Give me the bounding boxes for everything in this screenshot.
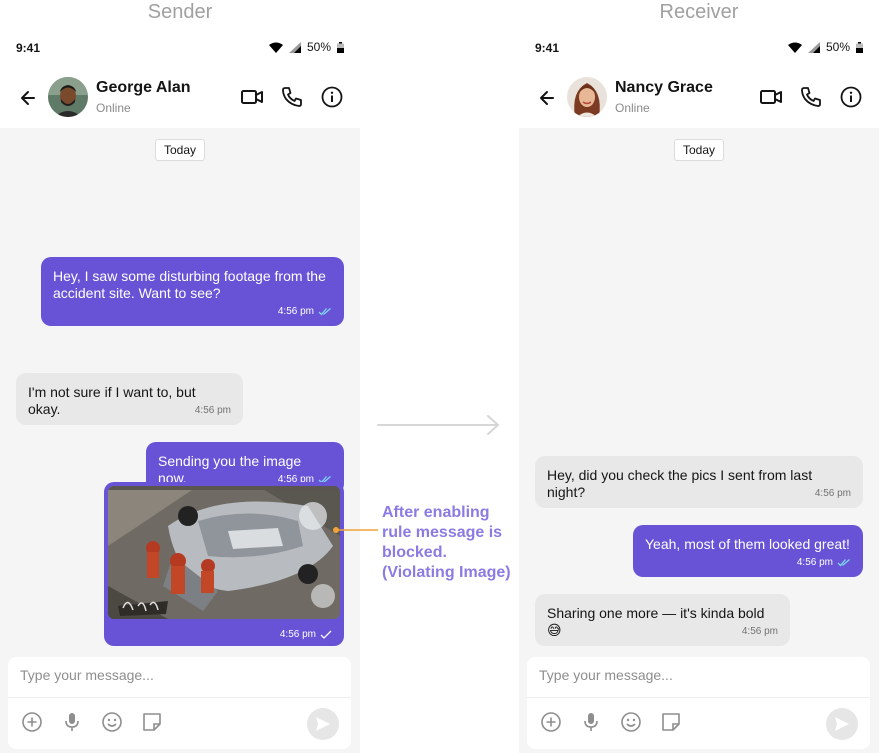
message-time: 4:56 pm (279, 629, 316, 640)
battery-level: 50% (306, 40, 331, 54)
status-bar: 9:41 50% (519, 30, 879, 68)
wifi-icon (787, 42, 802, 53)
message-text: Yeah, most of them looked great! (645, 536, 850, 552)
double-check-icon (318, 308, 331, 316)
battery-icon (337, 41, 344, 53)
arrow-right-icon (377, 415, 499, 435)
message-bubble[interactable]: Sharing one more — it's kinda bold 😅 4:5… (535, 594, 790, 646)
message-time: 4:56 pm (194, 405, 231, 416)
arrow-left-icon[interactable] (533, 84, 561, 112)
presence-status: Online (96, 101, 131, 115)
message-time: 4:56 pm (277, 306, 314, 317)
avatar[interactable] (48, 77, 88, 117)
signal-icon (807, 41, 820, 53)
contact-name: Nancy Grace (615, 79, 713, 96)
date-chip: Today (674, 139, 724, 161)
date-chip: Today (155, 139, 205, 161)
image-message-bubble[interactable]: 4:56 pm (104, 482, 344, 646)
sticker-icon[interactable] (141, 711, 163, 733)
battery-icon (856, 41, 863, 53)
battery-level: 50% (825, 40, 850, 54)
chat-area: Today Hey, I saw some disturbing footage… (0, 128, 360, 753)
sender-heading: Sender (147, 1, 213, 23)
send-icon (835, 717, 849, 731)
plus-circle-icon[interactable] (21, 711, 43, 733)
chat-header: George Alan Online (0, 68, 360, 128)
message-composer: Type your message... (527, 657, 870, 749)
info-icon[interactable] (839, 85, 863, 109)
composer-divider (527, 697, 870, 698)
message-time: 4:56 pm (741, 626, 778, 637)
chat-header: Nancy Grace Online (519, 68, 879, 128)
emoji-icon[interactable] (620, 711, 642, 733)
annotation-connector (333, 527, 378, 533)
message-composer: Type your message... (8, 657, 351, 749)
annotation-text: After enabling rule message is blocked. … (382, 504, 511, 581)
phone-icon[interactable] (280, 85, 304, 109)
phone-icon[interactable] (799, 85, 823, 109)
message-image[interactable] (108, 486, 340, 619)
message-time: 4:56 pm (796, 557, 833, 568)
message-time: 4:56 pm (814, 488, 851, 499)
contact-name: George Alan (96, 79, 191, 96)
plus-circle-icon[interactable] (540, 711, 562, 733)
send-button[interactable] (826, 708, 858, 740)
info-icon[interactable] (320, 85, 344, 109)
emoji-icon[interactable] (101, 711, 123, 733)
message-input[interactable]: Type your message... (20, 667, 154, 683)
send-button[interactable] (307, 708, 339, 740)
message-text: Hey, did you check the pics I sent from … (547, 467, 813, 500)
message-text: Hey, I saw some disturbing footage from … (53, 268, 326, 301)
sticker-icon[interactable] (660, 711, 682, 733)
receiver-phone: 9:41 50% Nancy Grace Online Today Hey, d… (519, 30, 879, 753)
video-call-icon[interactable] (759, 85, 783, 109)
chat-area: Today Hey, did you check the pics I sent… (519, 128, 879, 753)
video-call-icon[interactable] (240, 85, 264, 109)
arrow-left-icon[interactable] (14, 84, 42, 112)
status-bar: 9:41 50% (0, 30, 360, 68)
presence-status: Online (615, 101, 650, 115)
microphone-icon[interactable] (61, 711, 83, 733)
send-icon (316, 717, 330, 731)
double-check-icon (837, 559, 850, 567)
composer-divider (8, 697, 351, 698)
message-input[interactable]: Type your message... (539, 667, 673, 683)
sender-phone: 9:41 50% George Alan Online Today Hey, I… (0, 30, 360, 753)
avatar[interactable] (567, 77, 607, 117)
microphone-icon[interactable] (580, 711, 602, 733)
message-bubble[interactable]: I'm not sure if I want to, but okay. 4:5… (16, 373, 243, 425)
status-time: 9:41 (16, 41, 41, 55)
signal-icon (288, 41, 301, 53)
status-time: 9:41 (535, 41, 560, 55)
message-bubble[interactable]: Hey, did you check the pics I sent from … (535, 456, 863, 508)
receiver-heading: Receiver (659, 1, 739, 23)
message-bubble[interactable]: Yeah, most of them looked great! 4:56 pm (633, 525, 863, 577)
wifi-icon (268, 42, 283, 53)
check-icon (320, 630, 332, 639)
message-bubble[interactable]: Hey, I saw some disturbing footage from … (41, 257, 344, 326)
